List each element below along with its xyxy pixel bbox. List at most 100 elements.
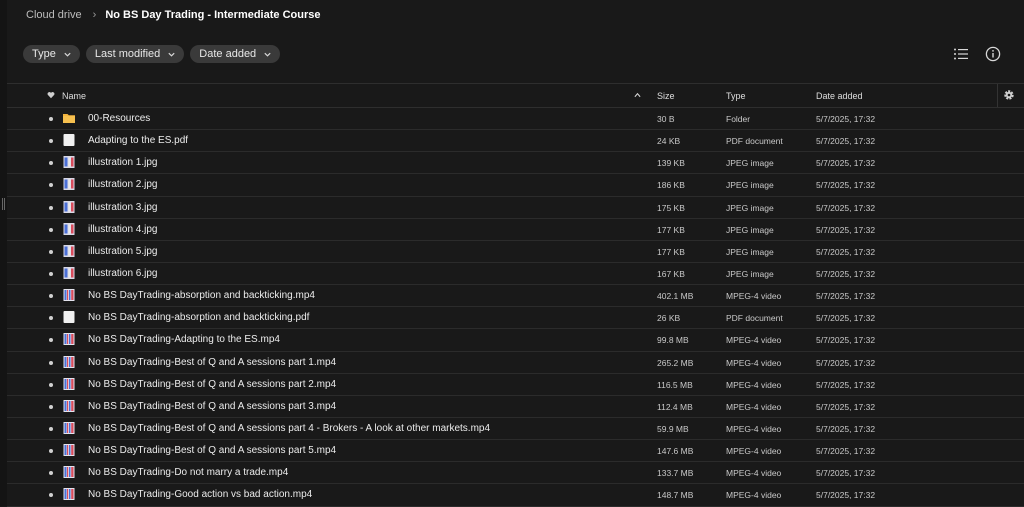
file-size: 59.9 MB [657,423,689,434]
file-date-added: 5/7/2025, 17:32 [816,423,876,434]
table-row[interactable]: Adapting to the ES.pdf 24 KB PDF document 5… [7,130,1024,153]
file-name[interactable]: No BS DayTrading-Adapting to the ES.mp4 [88,334,280,345]
info-icon[interactable] [985,46,1001,62]
heart-icon[interactable] [47,91,55,99]
list-view-icon[interactable] [953,47,969,61]
file-name[interactable]: No BS DayTrading-absorption and backtick… [88,290,315,301]
file-name[interactable]: No BS DayTrading-Do not marry a trade.mp… [88,467,288,478]
file-date-added: 5/7/2025, 17:32 [816,401,876,412]
breadcrumb-root[interactable]: Cloud drive [26,9,82,21]
file-date-added: 5/7/2025, 17:32 [816,246,876,257]
panel-resize-handle[interactable] [0,0,7,506]
filter-date-added[interactable]: Date added [190,45,281,63]
file-date-added: 5/7/2025, 17:32 [816,357,876,368]
file-name[interactable]: illustration 3.jpg [88,202,157,213]
video-thumbnail-icon [62,332,76,346]
table-row[interactable]: No BS DayTrading-Best of Q and A session… [7,396,1024,418]
file-name[interactable]: illustration 6.jpg [88,268,157,279]
file-size: 186 KB [657,180,685,191]
file-type: MPEG-4 video [726,490,782,501]
file-size: 116.5 MB [657,379,693,390]
file-name[interactable]: Adapting to the ES.pdf [88,135,188,146]
file-type: MPEG-4 video [726,401,782,412]
file-name[interactable]: No BS DayTrading-Best of Q and A session… [88,401,336,412]
file-type: MPEG-4 video [726,423,782,434]
file-name[interactable]: No BS DayTrading-absorption and backtick… [88,312,309,323]
file-name[interactable]: illustration 5.jpg [88,246,157,257]
row-bullet [49,449,53,454]
table-row[interactable]: No BS DayTrading-Adapting to the ES.mp4 9… [7,329,1024,352]
column-size[interactable]: Size [657,91,675,101]
table-row[interactable]: No BS DayTrading-absorption and backtick… [7,307,1024,330]
video-thumbnail-icon [62,487,76,501]
file-type: JPEG image [726,268,774,279]
row-bullet [49,360,53,365]
table-row[interactable]: No BS DayTrading-Best of Q and A session… [7,418,1024,441]
row-bullet [49,205,53,210]
row-bullet [49,271,53,276]
table-row[interactable]: 00-Resources 30 B Folder 5/7/2025, 17:32 [7,108,1024,131]
grip-icon [2,198,5,210]
file-name[interactable]: No BS DayTrading-Good action vs bad acti… [88,489,312,500]
table-row[interactable]: illustration 5.jpg 177 KB JPEG image 5/7/20… [7,241,1024,263]
row-bullet [49,183,53,188]
table-row[interactable]: No BS DayTrading-absorption and backtick… [7,285,1024,308]
file-name[interactable]: No BS DayTrading-Best of Q and A session… [88,357,336,368]
file-name[interactable]: illustration 2.jpg [88,179,157,190]
chevron-down-icon [64,52,71,57]
file-name[interactable]: illustration 4.jpg [88,224,157,235]
file-type: PDF document [726,313,783,324]
column-name[interactable]: Name [62,91,86,101]
table-row[interactable]: No BS DayTrading-Best of Q and A session… [7,440,1024,463]
filter-type[interactable]: Type [23,45,80,63]
file-name[interactable]: illustration 1.jpg [88,157,157,168]
row-bullet [49,117,53,121]
table-row[interactable]: illustration 3.jpg 175 KB JPEG image 5/7/20… [7,197,1024,219]
row-bullet [49,316,53,321]
file-size: 175 KB [657,202,685,213]
file-type: MPEG-4 video [726,335,782,346]
table-row[interactable]: illustration 6.jpg 167 KB JPEG image 5/7/20… [7,263,1024,286]
table-row[interactable]: No BS DayTrading-Good action vs bad acti… [7,484,1024,507]
column-type[interactable]: Type [726,91,746,101]
table-row[interactable]: illustration 1.jpg 139 KB JPEG image 5/7/20… [7,152,1024,175]
file-size: 265.2 MB [657,357,694,368]
table-header: Name Size Type Date added [7,83,1024,108]
file-date-added: 5/7/2025, 17:32 [816,313,876,324]
row-bullet [49,493,53,498]
file-type: MPEG-4 video [726,379,782,390]
file-date-added: 5/7/2025, 17:32 [816,180,876,191]
file-date-added: 5/7/2025, 17:32 [816,136,876,147]
filter-last-modified[interactable]: Last modified [85,45,185,63]
table-row[interactable]: No BS DayTrading-Best of Q and A session… [7,352,1024,374]
gear-icon[interactable] [1003,89,1015,101]
pdf-icon [62,310,76,324]
file-name[interactable]: No BS DayTrading-Best of Q and A session… [88,379,336,390]
table-row[interactable]: No BS DayTrading-Do not marry a trade.mp… [7,462,1024,485]
sort-ascending-icon[interactable] [634,92,641,98]
row-bullet [49,404,53,409]
table-row[interactable]: No BS DayTrading-Best of Q and A session… [7,374,1024,396]
video-thumbnail-icon [62,399,76,413]
row-bullet [49,249,53,254]
file-type: MPEG-4 video [726,468,782,479]
table-row[interactable]: illustration 2.jpg 186 KB JPEG image 5/7/20… [7,174,1024,197]
file-date-added: 5/7/2025, 17:32 [816,224,876,235]
file-date-added: 5/7/2025, 17:32 [816,202,876,213]
image-thumbnail-icon [62,266,76,280]
table-row[interactable]: illustration 4.jpg 177 KB JPEG image 5/7/20… [7,219,1024,241]
row-bullet [49,338,53,343]
file-name[interactable]: No BS DayTrading-Best of Q and A session… [88,423,490,434]
column-date-added[interactable]: Date added [816,91,863,101]
file-name[interactable]: No BS DayTrading-Best of Q and A session… [88,445,336,456]
file-size: 30 B [657,114,675,124]
file-date-added: 5/7/2025, 17:32 [816,446,876,457]
folder-icon [62,111,76,125]
chevron-right-icon: › [92,9,97,21]
file-date-added: 5/7/2025, 17:32 [816,291,876,302]
breadcrumb: Cloud drive › No BS Day Trading - Interm… [26,8,320,22]
file-date-added: 5/7/2025, 17:32 [816,268,876,279]
file-size: 177 KB [657,246,685,257]
file-date-added: 5/7/2025, 17:32 [816,490,876,501]
file-name[interactable]: 00-Resources [88,113,150,124]
